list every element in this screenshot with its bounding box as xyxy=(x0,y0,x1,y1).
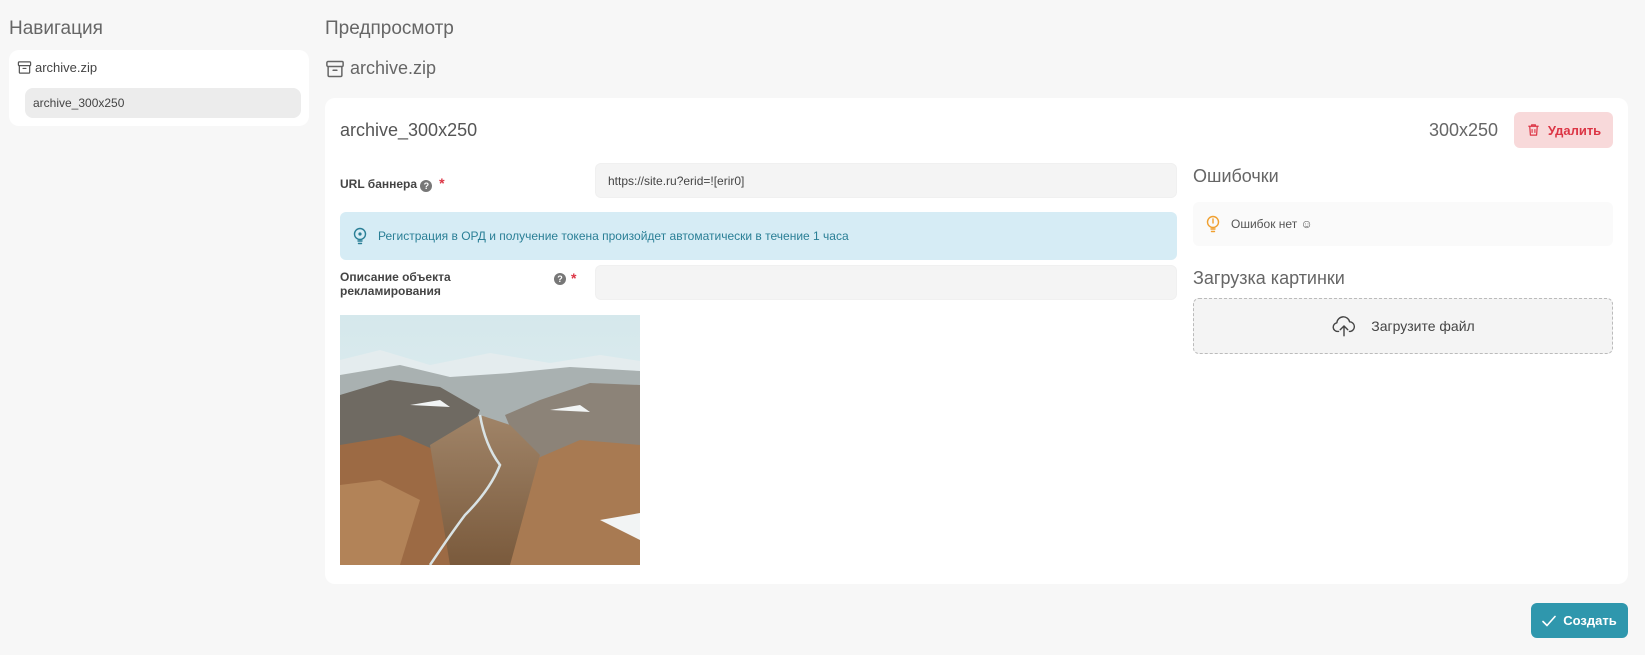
navigation-tree: archive.zip archive_300x250 xyxy=(9,50,309,126)
archive-box-icon xyxy=(326,60,344,77)
trash-icon xyxy=(1528,124,1539,136)
banner-card: archive_300x250 300x250 Удалить URL банн… xyxy=(325,98,1628,584)
info-notice-text: Регистрация в ОРД и получение токена про… xyxy=(378,229,849,243)
create-button[interactable]: Создать xyxy=(1531,603,1628,638)
lightbulb-icon xyxy=(353,227,367,245)
required-mark: * xyxy=(439,175,445,191)
archive-box-icon xyxy=(17,61,32,74)
upload-title: Загрузка картинки xyxy=(1193,268,1345,288)
delete-button[interactable]: Удалить xyxy=(1514,112,1613,148)
cloud-upload-icon xyxy=(1332,316,1356,337)
nav-item-banner[interactable]: archive_300x250 xyxy=(25,88,301,118)
archive-header: archive.zip xyxy=(325,58,436,79)
lightbulb-icon xyxy=(1206,215,1220,233)
nav-item-archive[interactable]: archive.zip xyxy=(17,60,97,75)
nav-item-archive-label: archive.zip xyxy=(35,60,98,75)
preview-title: Предпросмотр xyxy=(325,18,454,39)
errors-title: Ошибочки xyxy=(1193,166,1279,186)
banner-name: archive_300x250 xyxy=(340,120,478,140)
upload-label: Загрузите файл xyxy=(1371,318,1475,334)
help-icon[interactable]: ? xyxy=(554,273,566,285)
url-field-label-text: URL баннера xyxy=(340,177,418,191)
create-button-label: Создать xyxy=(1563,613,1617,628)
info-notice: Регистрация в ОРД и получение токена про… xyxy=(340,212,1177,260)
archive-header-label: archive.zip xyxy=(350,58,437,78)
delete-button-label: Удалить xyxy=(1547,122,1602,138)
checkmark-icon xyxy=(1542,615,1557,626)
description-field-label-text: Описание объекта рекламирования xyxy=(340,270,451,298)
errors-status: Ошибок нет ☺ xyxy=(1193,202,1613,246)
required-mark: * xyxy=(571,270,577,286)
navigation-title: Навигация xyxy=(9,18,103,39)
upload-dropzone[interactable]: Загрузите файл xyxy=(1193,298,1613,354)
banner-size: 300x250 xyxy=(1429,120,1499,140)
banner-preview-image xyxy=(340,315,640,565)
url-field-label: URL баннера ? * xyxy=(340,176,445,192)
url-input[interactable] xyxy=(595,163,1177,198)
description-input[interactable] xyxy=(595,265,1177,300)
errors-status-text: Ошибок нет ☺ xyxy=(1231,217,1313,231)
help-icon[interactable]: ? xyxy=(420,180,433,192)
